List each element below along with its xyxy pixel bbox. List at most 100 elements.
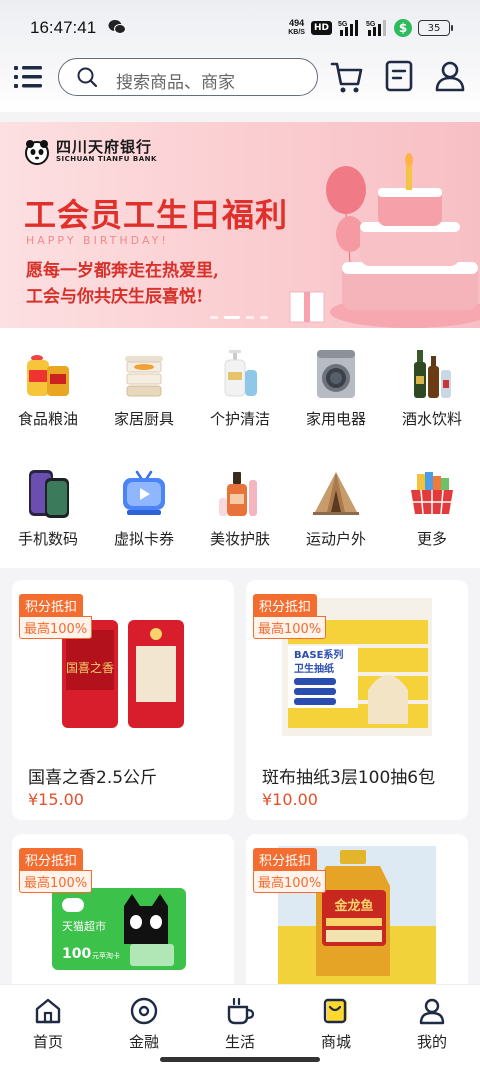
product-image-tmall-card: 天猫超市 100 元苹淘卡 [52,888,186,970]
product-card[interactable]: BASE系列 卫生抽纸 积分抵扣 最高100% 斑布抽纸3层100抽6包 ¥10… [246,580,468,820]
hd-badge: HD [310,21,332,35]
search-input[interactable]: 搜索商品、商家 [58,58,318,96]
svg-text:100: 100 [62,946,91,962]
nav-label: 商城 [320,1033,351,1051]
finance-icon [130,997,158,1025]
outdoor-tent-icon [313,472,359,515]
product-name: 斑布抽纸3层100抽6包 [262,768,436,788]
svg-text:5G: 5G [366,21,376,28]
svg-text:金龙鱼: 金龙鱼 [333,898,373,914]
cosmetics-icon [219,472,257,516]
nav-life[interactable]: 生活 [192,993,288,1053]
svg-text:卫生抽纸: 卫生抽纸 [294,662,334,675]
status-indicators: 494 KB/S HD 5G 5G $ 35 [288,16,453,40]
points-max-tag: 最高100% [19,616,93,639]
category-label: 家用电器 [305,410,366,428]
category-label: 个护清洁 [209,410,270,428]
bank-name-en: SICHUAN TIANFU BANK [56,155,157,163]
wechat-icon [108,20,126,34]
pager-dot-active [224,316,240,319]
search-placeholder: 搜索商品、商家 [116,73,235,93]
cart-icon[interactable] [330,60,364,94]
phone-icon [29,470,69,518]
net-speed-value: 494 [289,18,305,28]
bank-logo-icon [25,140,49,165]
kitchen-icon [125,356,163,397]
search-row: 搜索商品、商家 [0,56,480,100]
bottom-nav: 首页 金融 生活 商城 我的 [0,984,480,1072]
category-phone[interactable]: 手机数码 [0,448,96,548]
banner-line-1: 愿每一岁都奔走在热爱里, [26,261,219,281]
mall-bag-icon [323,998,347,1024]
svg-text:5G: 5G [338,21,348,28]
net-speed-unit: KB/S [288,29,305,36]
category-appliance[interactable]: 家用电器 [288,328,384,428]
points-tag: 积分抵扣 [253,594,318,617]
bank-name: 四川天府银行 [56,138,153,156]
menu-icon[interactable] [14,64,44,90]
order-list-icon[interactable] [384,60,414,92]
pager-dot [210,316,218,319]
drinks-icon [414,350,451,398]
pager-dot [246,316,254,319]
status-time: 16:47:41 [30,18,97,37]
nav-label: 生活 [224,1033,255,1051]
header-area: 16:47:41 494 KB/S HD 5G 5G $ 35 搜索商品、商家 [0,0,480,112]
svg-text:BASE系列: BASE系列 [294,648,343,661]
category-grid: 食品粮油 家居厨具 个护清洁 家用电器 酒水饮料 手机数码 虚拟卡券 美妆护肤 … [0,328,480,568]
svg-text:国喜之香: 国喜之香 [66,661,114,675]
svg-text:元苹淘卡: 元苹淘卡 [92,951,120,960]
profile-icon [419,998,445,1025]
product-price: ¥10.00 [262,790,318,809]
home-indicator[interactable] [160,1057,320,1062]
points-tag: 积分抵扣 [19,848,84,871]
nav-label: 我的 [416,1033,447,1051]
personal-care-icon [224,350,257,397]
user-icon[interactable] [434,60,466,92]
category-drinks[interactable]: 酒水饮料 [384,328,480,428]
banner-title: 工会员工生日福利 [24,196,289,234]
points-max-tag: 最高100% [253,870,327,893]
signal-icon: 5G [338,20,358,36]
category-cosmetics[interactable]: 美妆护肤 [192,448,288,548]
points-max-tag: 最高100% [253,616,327,639]
product-card[interactable]: 天猫超市 100 元苹淘卡 积分抵扣 最高100% [12,834,234,984]
nav-label: 金融 [128,1033,159,1051]
category-personal-care[interactable]: 个护清洁 [192,328,288,428]
points-tag: 积分抵扣 [253,848,318,871]
product-name: 国喜之香2.5公斤 [28,768,158,788]
nav-label: 首页 [32,1033,63,1051]
svg-text:天猫超市: 天猫超市 [62,919,106,933]
search-icon [77,67,97,87]
category-label: 运动户外 [305,530,366,548]
points-max-tag: 最高100% [19,870,93,893]
birthday-cake-icon [289,153,480,328]
more-icon [411,472,453,515]
category-grain-oil[interactable]: 食品粮油 [0,328,96,428]
status-bar: 16:47:41 494 KB/S HD 5G 5G $ 35 [0,0,480,56]
appliance-icon [317,350,355,398]
battery-icon: 35 [418,20,453,36]
category-more[interactable]: 更多 [384,448,480,548]
life-cup-icon [227,997,254,1025]
category-kitchen[interactable]: 家居厨具 [96,328,192,428]
category-virtual-card[interactable]: 虚拟卡券 [96,448,192,548]
category-label: 美妆护肤 [209,530,270,548]
banner-line-2: 工会与你共庆生辰喜悦! [26,287,204,307]
nav-profile[interactable]: 我的 [384,993,480,1053]
grain-oil-icon [27,355,69,396]
product-card[interactable]: 国喜之香 积分抵扣 最高100% 国喜之香2.5公斤 ¥15.00 [12,580,234,820]
nav-finance[interactable]: 金融 [96,993,192,1053]
category-outdoor[interactable]: 运动户外 [288,448,384,548]
signal-icon-2: 5G [366,20,386,36]
category-label: 手机数码 [17,530,78,548]
promo-banner[interactable]: 四川天府银行 SICHUAN TIANFU BANK 工会员工生日福利 HAPP… [0,122,480,328]
product-card[interactable]: 金龙鱼 积分抵扣 最高100% [246,834,468,984]
nav-home[interactable]: 首页 [0,993,96,1053]
category-label: 家居厨具 [113,410,174,428]
money-icon: $ [394,19,412,37]
virtual-card-icon [123,470,165,515]
net-speed: 494 KB/S [288,19,305,37]
banner-subtitle-en: HAPPY BIRTHDAY! [26,234,169,247]
nav-mall[interactable]: 商城 [288,993,384,1053]
